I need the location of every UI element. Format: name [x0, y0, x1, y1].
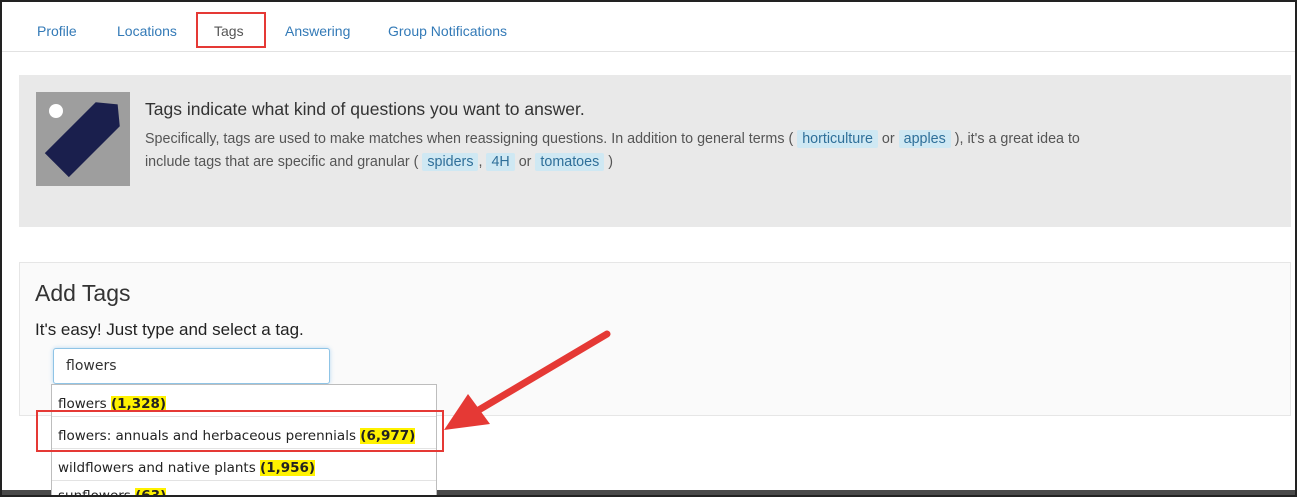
tags-tab-annotation-box — [196, 12, 266, 48]
example-tag-spiders: spiders — [422, 153, 479, 171]
info-description-line1: Specifically, tags are used to make matc… — [145, 130, 1080, 148]
tab-bar: Profile Locations Tags Answering Group N… — [2, 2, 1295, 52]
tab-answering[interactable]: Answering — [285, 23, 350, 39]
page-frame: Profile Locations Tags Answering Group N… — [0, 0, 1297, 497]
tab-locations[interactable]: Locations — [117, 23, 177, 39]
suggestion-item[interactable]: wildflowers and native plants (1,956) — [52, 455, 436, 481]
add-tags-subtitle: It's easy! Just type and select a tag. — [35, 320, 304, 339]
example-tag-tomatoes: tomatoes — [535, 153, 605, 171]
tags-info-banner: Tags indicate what kind of questions you… — [19, 75, 1291, 227]
example-tag-4h: 4H — [486, 153, 515, 171]
tab-group-notifications[interactable]: Group Notifications — [388, 23, 507, 39]
tab-profile[interactable]: Profile — [37, 23, 77, 39]
tag-search-input[interactable] — [53, 348, 330, 384]
tag-icon — [36, 92, 130, 186]
suggestion-item[interactable]: sunflowers (63) — [52, 483, 436, 495]
info-description-line2: include tags that are specific and granu… — [145, 153, 613, 171]
add-tags-title: Add Tags — [35, 280, 131, 306]
suggestion-count: (63) — [135, 488, 167, 495]
info-title: Tags indicate what kind of questions you… — [145, 99, 585, 119]
suggestion-count: (1,956) — [260, 460, 316, 476]
example-tag-horticulture: horticulture — [797, 130, 878, 148]
example-tag-apples: apples — [898, 130, 951, 148]
annotation-arrow — [444, 330, 611, 430]
suggestion-annotation-box — [36, 410, 444, 452]
